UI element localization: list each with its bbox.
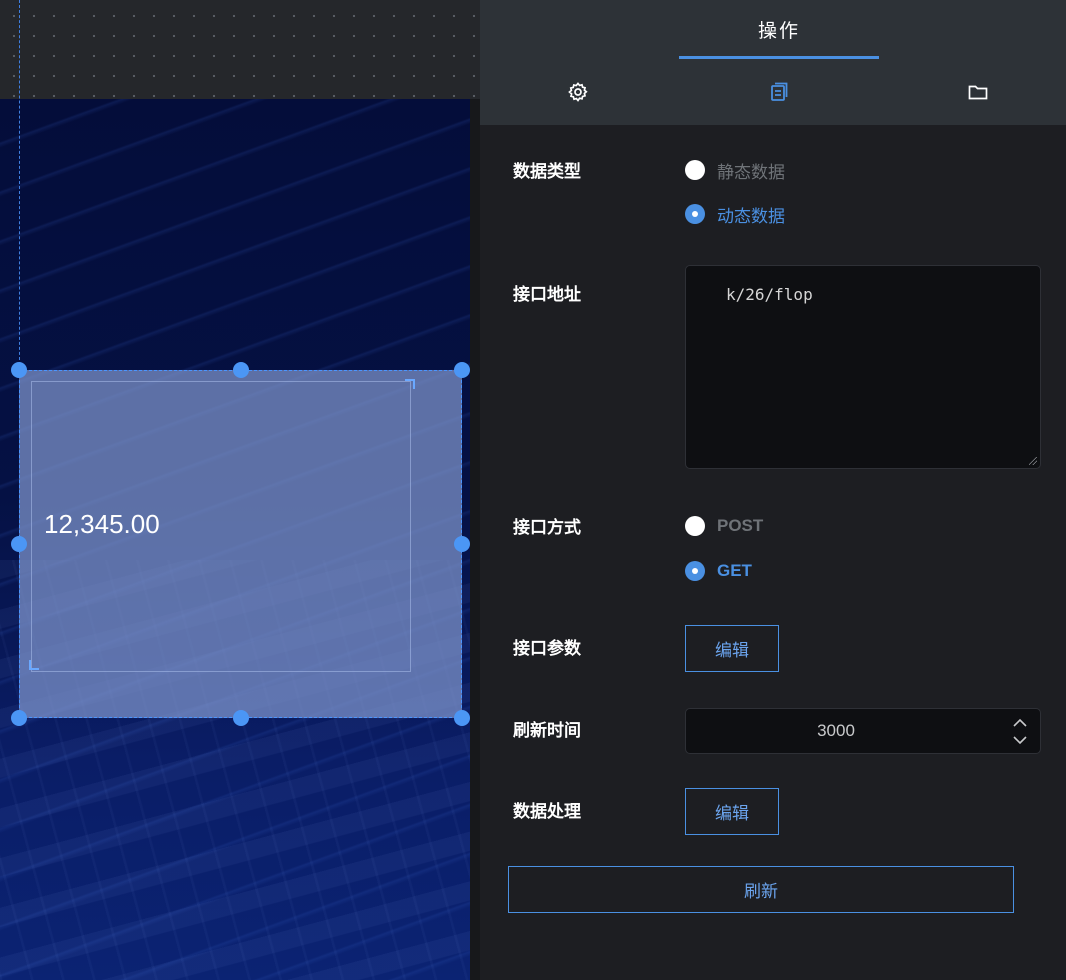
refresh-time-value: 3000 [817, 721, 855, 740]
radio-label: GET [717, 561, 752, 580]
resize-handle-bottom[interactable] [233, 710, 249, 726]
editor-canvas[interactable]: 12,345.00 [0, 0, 480, 980]
frame-corner-bottom-left [29, 660, 39, 670]
gear-icon [566, 80, 590, 104]
panel-header: 操作 [480, 0, 1066, 125]
resize-handle-top-right[interactable] [454, 362, 470, 378]
data-type-label: 数据类型 [513, 162, 581, 182]
resize-handle-right[interactable] [454, 536, 470, 552]
tab-folder[interactable] [966, 80, 990, 104]
settings-panel: 操作 数据类型 静态数据 动态数据 接口地址 k/26/flop 接口方式 PO… [480, 0, 1066, 980]
radio-circle-unchecked [685, 516, 705, 536]
canvas-border [470, 99, 480, 980]
api-params-label: 接口参数 [513, 639, 581, 659]
canvas-dot-grid [0, 0, 480, 100]
tab-config[interactable] [566, 80, 590, 104]
api-method-label: 接口方式 [513, 518, 581, 538]
flop-number-value: 12,345.00 [44, 509, 160, 539]
api-url-label: 接口地址 [513, 285, 581, 305]
data-icon [767, 80, 791, 104]
textarea-resize-grip[interactable] [1029, 457, 1037, 465]
radio-circle-unchecked [685, 160, 705, 180]
chevron-up-icon[interactable] [1010, 715, 1030, 731]
refresh-time-input[interactable]: 3000 [685, 708, 1041, 754]
radio-circle-checked [685, 561, 705, 581]
resize-handle-top-left[interactable] [11, 362, 27, 378]
panel-title: 操作 [757, 20, 800, 42]
tab-data[interactable] [767, 80, 791, 104]
resize-handle-top[interactable] [233, 362, 249, 378]
frame-corner-top-right [405, 379, 415, 389]
radio-dynamic-data[interactable]: 动态数据 [685, 201, 785, 227]
title-underline [679, 56, 879, 59]
data-processing-label: 数据处理 [513, 802, 581, 822]
radio-label: POST [717, 516, 764, 535]
resize-handle-left[interactable] [11, 536, 27, 552]
chevron-down-icon[interactable] [1010, 732, 1030, 748]
radio-circle-checked [685, 204, 705, 224]
edit-params-button[interactable]: 编辑 [685, 625, 779, 672]
radio-post[interactable]: POST [685, 513, 763, 539]
api-url-textarea[interactable]: k/26/flop [685, 265, 1041, 469]
selected-flop-component[interactable]: 12,345.00 [19, 370, 462, 718]
radio-get[interactable]: GET [685, 558, 752, 584]
radio-label: 静态数据 [717, 162, 785, 183]
radio-static-data[interactable]: 静态数据 [685, 157, 785, 183]
resize-handle-bottom-left[interactable] [11, 710, 27, 726]
refresh-time-label: 刷新时间 [513, 721, 581, 741]
radio-label: 动态数据 [717, 206, 785, 227]
edit-processing-button[interactable]: 编辑 [685, 788, 779, 835]
resize-handle-bottom-right[interactable] [454, 710, 470, 726]
api-url-value: k/26/flop [726, 285, 813, 304]
alignment-guide-line [19, 0, 20, 370]
refresh-button[interactable]: 刷新 [508, 866, 1014, 913]
folder-icon [966, 80, 990, 104]
